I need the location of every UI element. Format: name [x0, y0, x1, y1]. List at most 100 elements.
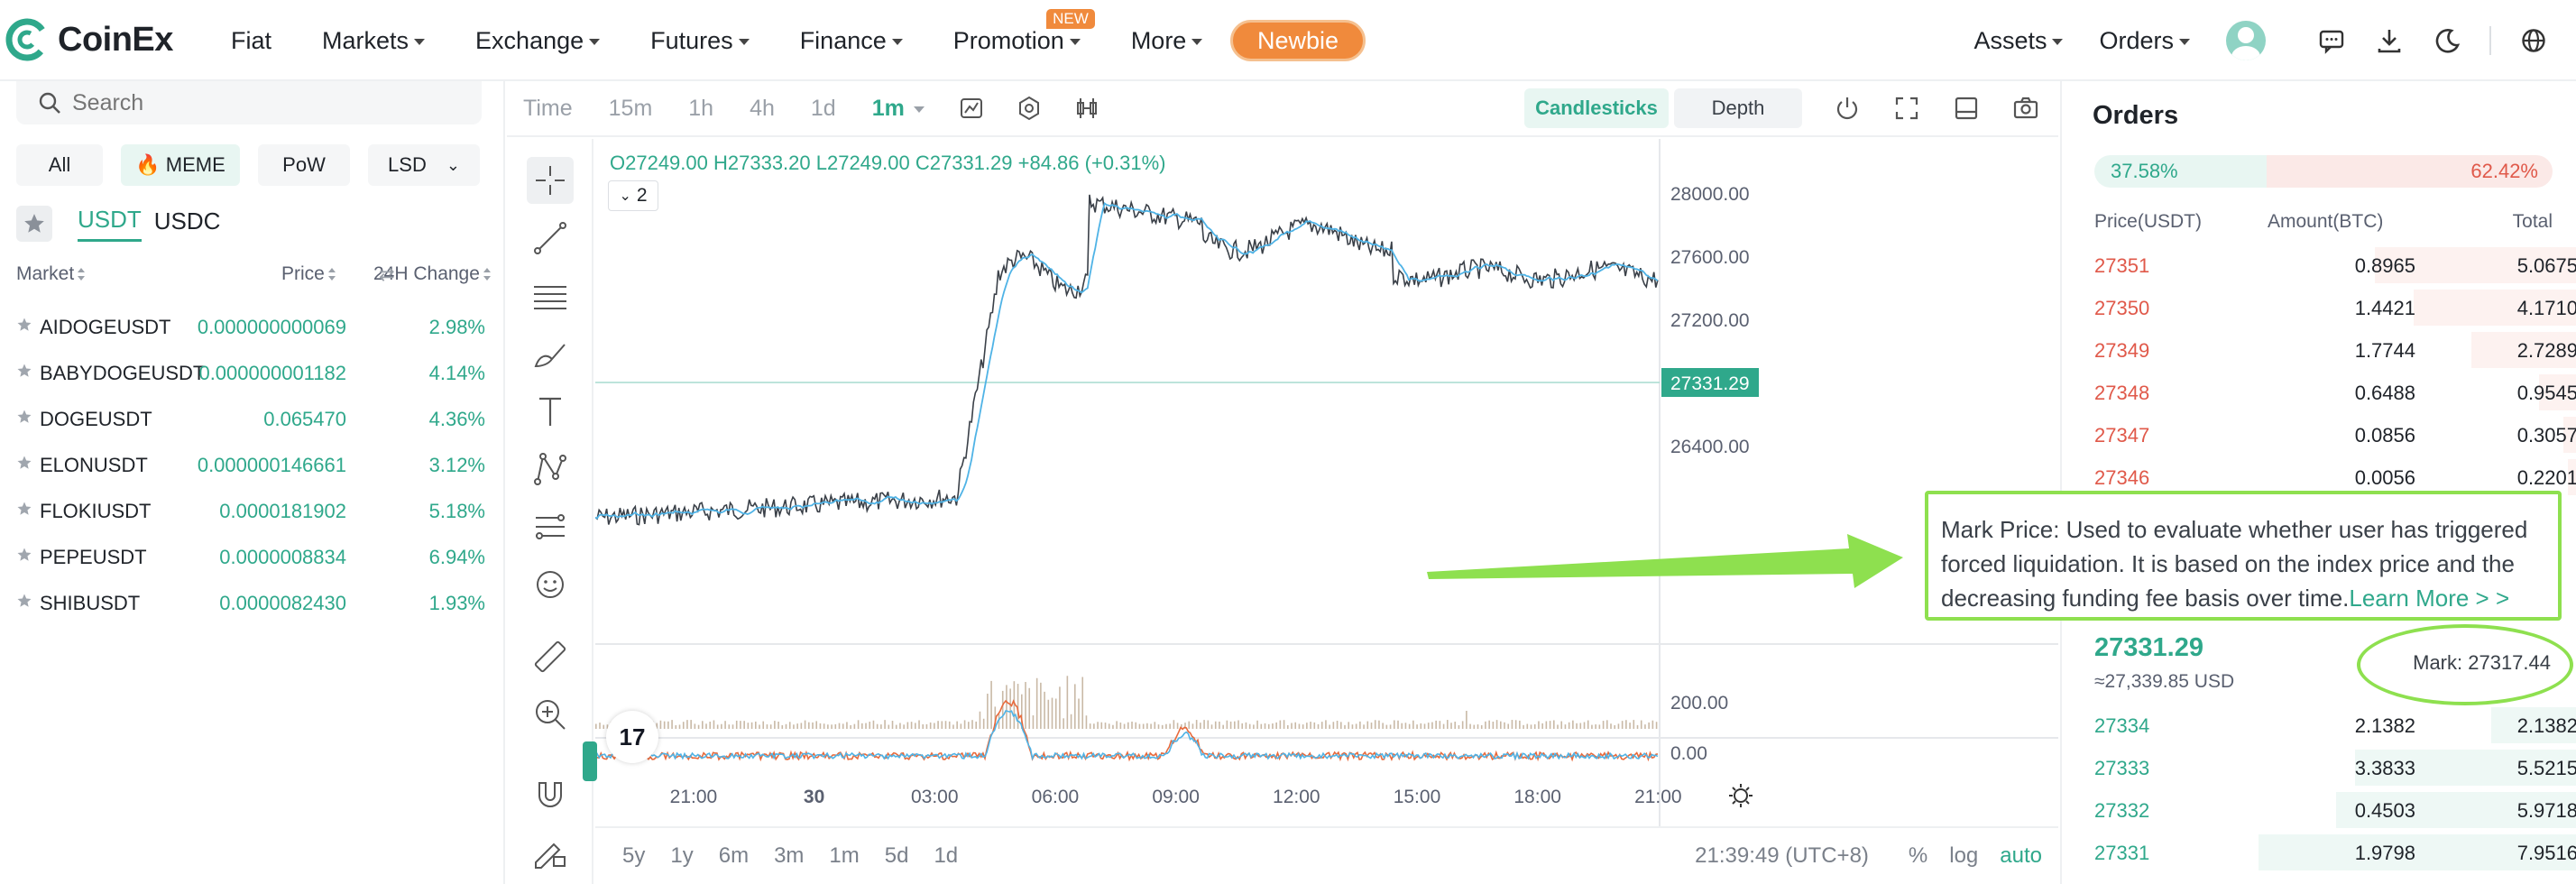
- favorite-star-icon[interactable]: [16, 361, 32, 384]
- ask-row[interactable]: 27347 0.0856 0.3057: [2094, 413, 2576, 456]
- favorite-star-icon[interactable]: [16, 545, 32, 568]
- fib-tool-icon[interactable]: [527, 503, 574, 550]
- crosshair-icon[interactable]: [527, 157, 574, 204]
- collapse-sidebar-handle[interactable]: [583, 741, 597, 781]
- ask-row[interactable]: 27350 1.4421 4.1710: [2094, 286, 2576, 328]
- axis-settings-icon[interactable]: [1729, 784, 1753, 807]
- favorite-star-icon[interactable]: [16, 315, 32, 338]
- search-box[interactable]: [16, 81, 482, 124]
- market-row[interactable]: ELONUSDT 0.000000146661 3.12%: [16, 441, 485, 487]
- globe-icon[interactable]: [2518, 25, 2549, 56]
- download-icon[interactable]: [2374, 25, 2405, 56]
- search-input[interactable]: [72, 89, 433, 116]
- range-3m[interactable]: 3m: [774, 843, 804, 869]
- message-icon[interactable]: [2316, 25, 2347, 56]
- camera-icon[interactable]: [2010, 92, 2042, 124]
- range-5d[interactable]: 5d: [885, 843, 909, 869]
- range-6m[interactable]: 6m: [719, 843, 749, 869]
- trend-line-icon[interactable]: [527, 215, 574, 262]
- fullscreen-icon[interactable]: [1891, 92, 1923, 124]
- nav-fiat[interactable]: Fiat: [231, 27, 271, 55]
- tf-15m[interactable]: 15m: [609, 96, 653, 122]
- market-row[interactable]: AIDOGEUSDT 0.000000000069 2.98%: [16, 303, 485, 349]
- lock-drawing-icon[interactable]: [527, 828, 574, 875]
- ask-row[interactable]: 27351 0.8965 5.0675: [2094, 244, 2576, 286]
- scale-percent[interactable]: %: [1909, 843, 1927, 869]
- market-row[interactable]: PEPEUSDT 0.0000008834 6.94%: [16, 533, 485, 579]
- favorite-star-icon[interactable]: [16, 591, 32, 614]
- category-all[interactable]: All: [16, 144, 103, 186]
- volume-bar: [1427, 723, 1430, 729]
- market-row[interactable]: FLOKIUSDT 0.0000181902 5.18%: [16, 487, 485, 533]
- nav-markets[interactable]: Markets: [322, 27, 426, 55]
- nav-exchange[interactable]: Exchange: [475, 27, 601, 55]
- tradingview-logo[interactable]: 17: [606, 711, 658, 763]
- quote-tab-usdc[interactable]: USDC: [154, 207, 221, 241]
- category-meme[interactable]: 🔥 MEME: [121, 144, 240, 186]
- favorite-star-icon[interactable]: [16, 453, 32, 476]
- indicators-icon[interactable]: [1072, 94, 1101, 123]
- zoom-in-icon[interactable]: [527, 691, 574, 738]
- range-1d[interactable]: 1d: [934, 843, 958, 869]
- favorite-star-icon[interactable]: [16, 407, 32, 430]
- tf-time[interactable]: Time: [523, 96, 573, 122]
- view-candlesticks[interactable]: Candlesticks: [1524, 88, 1669, 128]
- bid-row[interactable]: 27333 3.3833 5.5215: [2094, 746, 2576, 788]
- quote-tab-usdt[interactable]: USDT: [78, 206, 142, 242]
- market-row[interactable]: SHIBUSDT 0.0000082430 1.93%: [16, 579, 485, 625]
- nav-promotion[interactable]: Promotion NEW: [953, 8, 1095, 55]
- orders-menu[interactable]: Orders: [2099, 27, 2190, 55]
- tf-1d[interactable]: 1d: [811, 96, 836, 122]
- col-price[interactable]: Price: [281, 263, 336, 285]
- assets-menu[interactable]: Assets: [1973, 27, 2064, 55]
- bid-row[interactable]: 27332 0.4503 5.9718: [2094, 788, 2576, 831]
- nav-finance[interactable]: Finance: [800, 27, 903, 55]
- time-tick-label: 21:00: [1634, 787, 1682, 807]
- magnet-icon[interactable]: [527, 770, 574, 817]
- bid-row[interactable]: 27334 2.1382 2.1382: [2094, 704, 2576, 746]
- avatar[interactable]: [2226, 21, 2266, 60]
- pattern-icon[interactable]: [527, 446, 574, 493]
- volume-bar: [960, 723, 962, 729]
- view-depth[interactable]: Depth: [1674, 88, 1802, 128]
- settings-gear-icon[interactable]: [1015, 94, 1044, 123]
- emoji-icon[interactable]: [527, 561, 574, 608]
- brush-icon[interactable]: [527, 330, 574, 377]
- scale-log[interactable]: log: [1949, 843, 1978, 869]
- category-pow[interactable]: PoW: [258, 144, 350, 186]
- nav-more[interactable]: More: [1131, 27, 1203, 55]
- text-tool-icon[interactable]: [527, 388, 574, 435]
- volume-bar: [944, 721, 947, 729]
- range-1m[interactable]: 1m: [829, 843, 859, 869]
- tf-1m-dropdown[interactable]: 1m: [872, 96, 925, 122]
- favorites-star-icon[interactable]: [16, 206, 52, 242]
- dark-mode-moon-icon[interactable]: [2432, 25, 2462, 56]
- range-5y[interactable]: 5y: [622, 843, 645, 869]
- learn-more-link[interactable]: Learn More > >: [2349, 585, 2509, 612]
- tf-1h[interactable]: 1h: [688, 96, 713, 122]
- col-change[interactable]: 24H Change ⇄: [373, 263, 491, 285]
- favorite-star-icon[interactable]: [16, 499, 32, 522]
- volume-bar: [1006, 685, 1007, 729]
- indicator-toggle[interactable]: ⌄ 2: [608, 180, 658, 211]
- newbie-button[interactable]: Newbie: [1230, 20, 1366, 61]
- coinex-logo[interactable]: CoinEx: [4, 16, 173, 63]
- range-1y[interactable]: 1y: [670, 843, 693, 869]
- ask-row[interactable]: 27349 1.7744 2.7289: [2094, 328, 2576, 371]
- nav-futures[interactable]: Futures: [650, 27, 750, 55]
- scale-auto[interactable]: auto: [2000, 843, 2042, 869]
- layout-panel-icon[interactable]: [1950, 92, 1983, 124]
- power-icon[interactable]: [1831, 92, 1863, 124]
- chart-plot[interactable]: 28000.0027600.0027200.0026800.0026400.00…: [595, 139, 2058, 884]
- volume-bar: [876, 723, 879, 729]
- ask-row[interactable]: 27348 0.6488 0.9545: [2094, 371, 2576, 413]
- chart-type-icon[interactable]: [957, 94, 986, 123]
- tf-4h[interactable]: 4h: [750, 96, 775, 122]
- category-lsd[interactable]: LSD ⌄: [368, 144, 480, 186]
- bid-row[interactable]: 27331 1.9798 7.9516: [2094, 831, 2576, 873]
- market-row[interactable]: BABYDOGEUSDT 0.000000001182 4.14%: [16, 349, 485, 395]
- ruler-icon[interactable]: [527, 633, 574, 680]
- market-row[interactable]: DOGEUSDT 0.065470 4.36%: [16, 395, 485, 441]
- col-market[interactable]: Market: [16, 263, 86, 285]
- horizontal-lines-icon[interactable]: [527, 272, 574, 319]
